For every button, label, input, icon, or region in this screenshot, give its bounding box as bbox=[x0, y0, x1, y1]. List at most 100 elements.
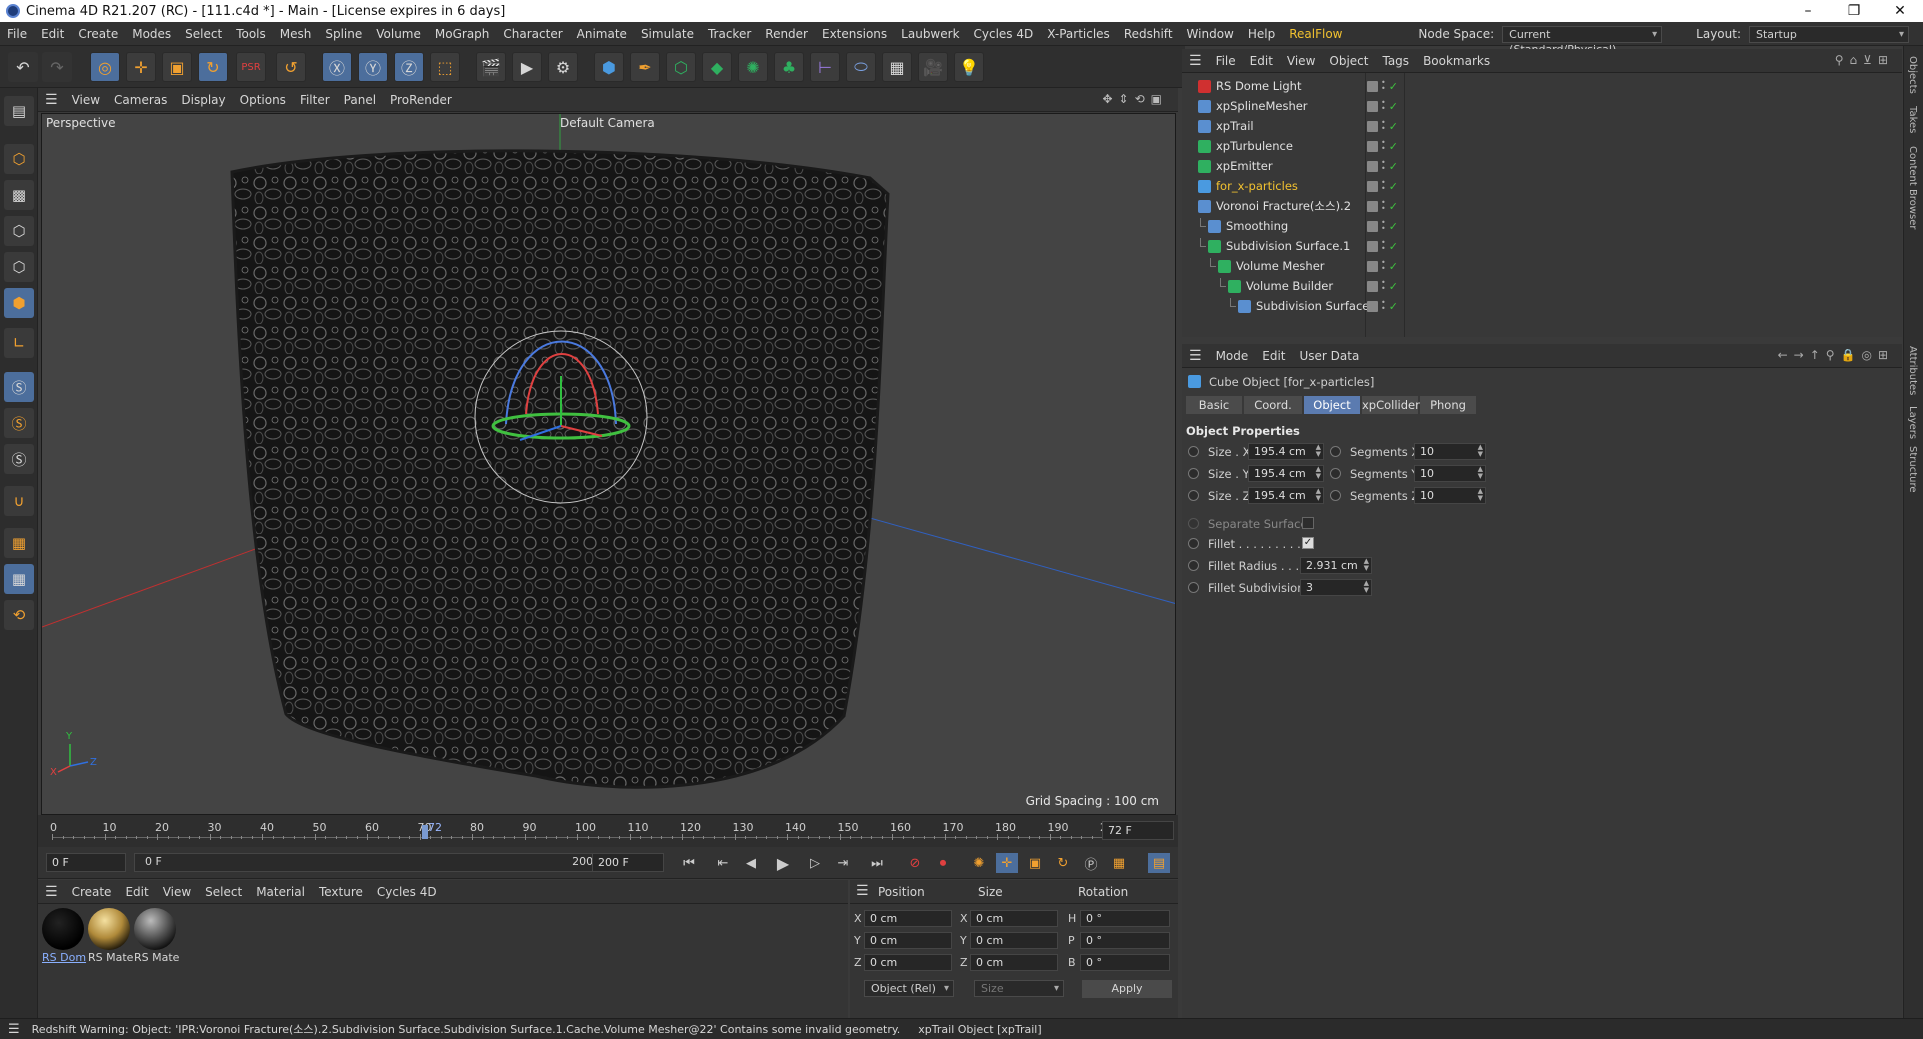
enabled-check-icon[interactable]: ✓ bbox=[1389, 200, 1398, 213]
rotate-alt-icon[interactable]: ↺ bbox=[276, 52, 306, 82]
workplane-snap-icon[interactable]: Ⓢ bbox=[4, 444, 34, 474]
recent-tool-icon[interactable]: PSR bbox=[236, 52, 266, 82]
tab-phong[interactable]: Phong bbox=[1420, 396, 1476, 414]
mograph-icon[interactable]: ♣ bbox=[774, 52, 804, 82]
fillet-radius-field[interactable]: 2.931 cm ▲ ▼ bbox=[1300, 557, 1372, 574]
layer-icon[interactable] bbox=[1367, 220, 1378, 232]
fillet-subdivision-field[interactable]: 3 ▲ ▼ bbox=[1300, 579, 1372, 596]
tab-basic[interactable]: Basic bbox=[1186, 396, 1242, 414]
camera-icon[interactable]: 🎥 bbox=[918, 52, 948, 82]
object-hamburger-icon[interactable]: ☰ bbox=[1182, 53, 1209, 69]
field-icon[interactable]: ⬭ bbox=[846, 52, 876, 82]
layer-icon[interactable] bbox=[1367, 260, 1378, 272]
key-pla-icon[interactable]: ▦ bbox=[1108, 853, 1130, 873]
menu-help[interactable]: Help bbox=[1241, 27, 1282, 41]
model-mode-icon[interactable]: ⬡ bbox=[4, 144, 34, 174]
material-swatch[interactable]: RS Mate bbox=[134, 908, 179, 964]
object-menu-edit[interactable]: Edit bbox=[1243, 54, 1280, 68]
size-z-animate-icon[interactable] bbox=[1188, 490, 1199, 501]
material-swatch[interactable]: RS Dom bbox=[42, 908, 86, 964]
menu-volume[interactable]: Volume bbox=[369, 27, 428, 41]
segments-z-animate-icon[interactable] bbox=[1330, 490, 1341, 501]
menu-select[interactable]: Select bbox=[178, 27, 229, 41]
menu-mesh[interactable]: Mesh bbox=[273, 27, 319, 41]
rotate-icon[interactable]: ↻ bbox=[198, 52, 228, 82]
enabled-check-icon[interactable]: ✓ bbox=[1389, 80, 1398, 93]
object-name[interactable]: RS Dome Light bbox=[1216, 79, 1301, 93]
object-row[interactable]: Subdivision Surface.1 • • ✓ bbox=[1182, 236, 1902, 256]
attribute-menu-edit[interactable]: Edit bbox=[1255, 349, 1292, 363]
object-name[interactable]: Voronoi Fracture(소스).2 bbox=[1216, 198, 1351, 214]
snap-icon[interactable]: Ⓢ bbox=[4, 372, 34, 402]
texture-mode-icon[interactable]: ▩ bbox=[4, 180, 34, 210]
size-y-field[interactable]: 195.4 cm ▲ ▼ bbox=[1248, 465, 1324, 482]
visibility-dots-icon[interactable]: • • bbox=[1381, 299, 1386, 313]
enabled-check-icon[interactable]: ✓ bbox=[1389, 140, 1398, 153]
material-menu-cycles4d[interactable]: Cycles 4D bbox=[370, 885, 444, 899]
enabled-check-icon[interactable]: ✓ bbox=[1389, 220, 1398, 233]
viewport-menu-prorender[interactable]: ProRender bbox=[383, 93, 459, 107]
segments-y-animate-icon[interactable] bbox=[1330, 468, 1341, 479]
polygons-mode-icon[interactable]: ⬢ bbox=[4, 288, 34, 318]
size-x-animate-icon[interactable] bbox=[1188, 446, 1199, 457]
floor-grid-icon[interactable]: ▦ bbox=[882, 52, 912, 82]
coord-rot-h-field[interactable]: 0 ° bbox=[1080, 910, 1170, 927]
menu-laubwerk[interactable]: Laubwerk bbox=[894, 27, 966, 41]
object-row[interactable]: xpTurbulence • • ✓ bbox=[1182, 136, 1902, 156]
menu-tracker[interactable]: Tracker bbox=[701, 27, 758, 41]
timeline-layout-icon[interactable]: ▤ bbox=[1148, 853, 1170, 873]
subdivision-surface-icon[interactable]: ⬡ bbox=[666, 52, 696, 82]
end-frame-field[interactable]: 200 F bbox=[592, 853, 664, 872]
layout-select[interactable]: Startup bbox=[1749, 25, 1909, 43]
minimize-button[interactable]: – bbox=[1785, 0, 1831, 22]
viewport-nav-icons[interactable]: ✥⇕⟲▣ bbox=[1102, 92, 1168, 106]
enabled-check-icon[interactable]: ✓ bbox=[1389, 160, 1398, 173]
visibility-dots-icon[interactable]: • • bbox=[1381, 159, 1386, 173]
layer-icon[interactable] bbox=[1367, 200, 1378, 212]
material-swatch[interactable]: RS Mate bbox=[88, 908, 133, 964]
autokey-icon[interactable]: ⏺ bbox=[932, 853, 954, 873]
menu-render[interactable]: Render bbox=[758, 27, 815, 41]
attribute-nav-icons[interactable]: ←→↑⚲🔒◎⊞ bbox=[1778, 348, 1894, 362]
viewport-menu-cameras[interactable]: Cameras bbox=[107, 93, 174, 107]
enabled-check-icon[interactable]: ✓ bbox=[1389, 240, 1398, 253]
enabled-check-icon[interactable]: ✓ bbox=[1389, 180, 1398, 193]
visibility-dots-icon[interactable]: • • bbox=[1381, 279, 1386, 293]
cube-object-icon[interactable]: ⬢ bbox=[594, 52, 624, 82]
points-mode-icon[interactable]: ⬡ bbox=[4, 216, 34, 246]
layer-icon[interactable] bbox=[1367, 280, 1378, 292]
separate-surfaces-checkbox[interactable] bbox=[1302, 517, 1314, 529]
current-frame-field[interactable]: 72 F bbox=[1102, 821, 1174, 840]
menu-cycles4d[interactable]: Cycles 4D bbox=[967, 27, 1041, 41]
layer-icon[interactable] bbox=[1367, 140, 1378, 152]
menu-simulate[interactable]: Simulate bbox=[634, 27, 701, 41]
enabled-check-icon[interactable]: ✓ bbox=[1389, 300, 1398, 313]
extrude-icon[interactable]: ◆ bbox=[702, 52, 732, 82]
enabled-check-icon[interactable]: ✓ bbox=[1389, 120, 1398, 133]
fillet-radius-animate-icon[interactable] bbox=[1188, 560, 1199, 571]
goto-end-icon[interactable]: ⏭ bbox=[866, 853, 888, 873]
snap-settings-icon[interactable]: Ⓢ bbox=[4, 408, 34, 438]
coord-pos-y-field[interactable]: 0 cm bbox=[864, 932, 952, 949]
attribute-menu-mode[interactable]: Mode bbox=[1209, 349, 1256, 363]
size-y-animate-icon[interactable] bbox=[1188, 468, 1199, 479]
object-row[interactable]: for_x-particles • • ✓ bbox=[1182, 176, 1902, 196]
render-view-icon[interactable]: 🎬 bbox=[476, 52, 506, 82]
goto-start-icon[interactable]: ⏮ bbox=[678, 853, 700, 873]
object-row[interactable]: xpEmitter • • ✓ bbox=[1182, 156, 1902, 176]
side-tab-content-browser[interactable]: Content Browser bbox=[1907, 146, 1918, 229]
next-frame-icon[interactable]: ▷ bbox=[804, 853, 826, 873]
magnet-icon[interactable]: ∪ bbox=[4, 486, 34, 516]
object-name[interactable]: Subdivision Surface bbox=[1256, 299, 1369, 313]
key-position-icon[interactable]: ✛ bbox=[996, 853, 1018, 873]
visibility-dots-icon[interactable]: • • bbox=[1381, 239, 1386, 253]
make-editable-icon[interactable]: ▤ bbox=[4, 96, 34, 126]
segments-y-field[interactable]: 10 ▲ ▼ bbox=[1414, 465, 1486, 482]
close-button[interactable]: ✕ bbox=[1877, 0, 1923, 22]
object-row[interactable]: xpTrail • • ✓ bbox=[1182, 116, 1902, 136]
material-hamburger-icon[interactable]: ☰ bbox=[38, 884, 65, 900]
material-menu-material[interactable]: Material bbox=[249, 885, 312, 899]
fillet-subdivision-animate-icon[interactable] bbox=[1188, 582, 1199, 593]
coord-size-z-field[interactable]: 0 cm bbox=[970, 954, 1058, 971]
coord-size-x-field[interactable]: 0 cm bbox=[970, 910, 1058, 927]
